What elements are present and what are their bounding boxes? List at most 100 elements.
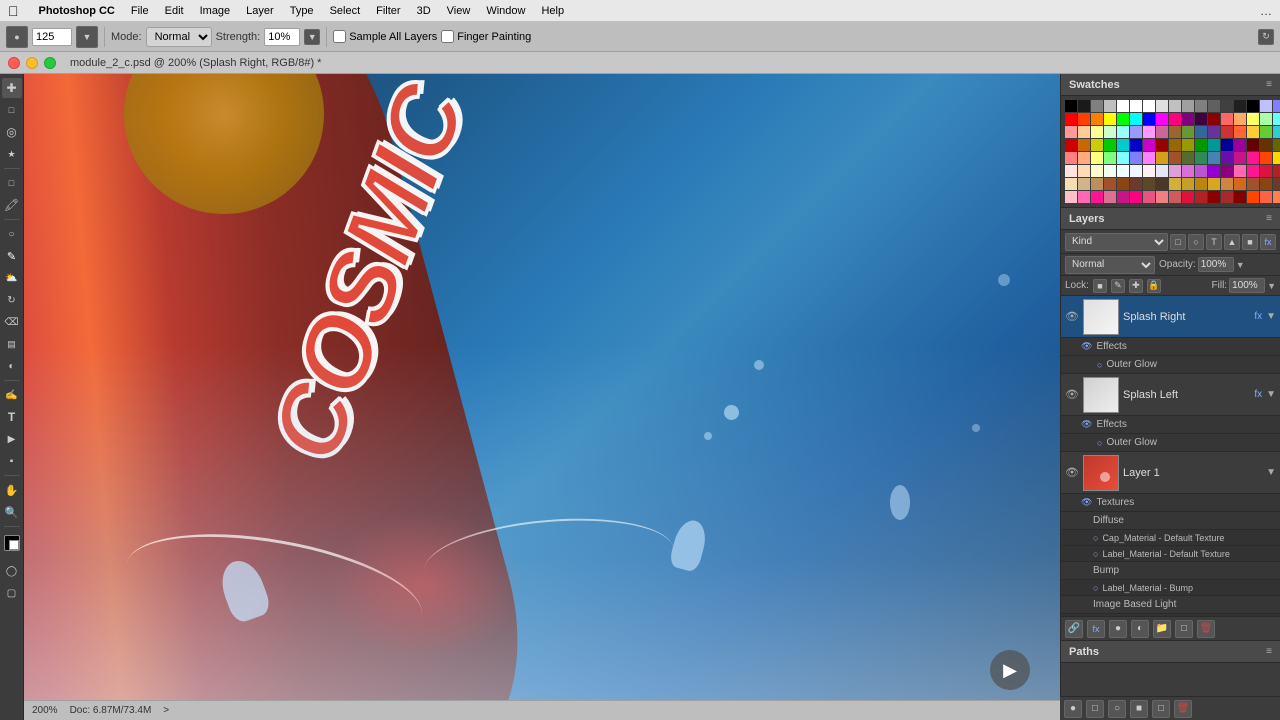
app-name[interactable]: Photoshop CC (39, 5, 115, 17)
fx-badge-splash-left[interactable]: fx (1254, 389, 1262, 400)
menu-edit[interactable]: Edit (165, 5, 184, 17)
swatch-5-2[interactable] (1091, 165, 1103, 177)
swatch-2-12[interactable] (1221, 126, 1233, 138)
swatch-1-0[interactable] (1065, 113, 1077, 125)
swatch-1-14[interactable] (1247, 113, 1259, 125)
paths-fill-btn[interactable]: ● (1064, 700, 1082, 718)
swatch-0-14[interactable] (1247, 100, 1259, 112)
menu-filter[interactable]: Filter (376, 5, 400, 17)
quick-select-tool[interactable]: ★ (2, 144, 22, 164)
swatch-0-12[interactable] (1221, 100, 1233, 112)
sub-image-based-light[interactable]: Image Based Light (1061, 596, 1280, 614)
cycle-icon[interactable]: ↻ (1258, 29, 1274, 45)
swatch-3-9[interactable] (1182, 139, 1194, 151)
apple-menu[interactable]:  (8, 3, 19, 19)
add-layer-btn[interactable]: □ (1175, 620, 1193, 638)
swatch-4-4[interactable] (1117, 152, 1129, 164)
link-layers-btn[interactable]: 🔗 (1065, 620, 1083, 638)
quick-mask-mode[interactable]: ◯ (2, 561, 22, 581)
swatch-2-2[interactable] (1091, 126, 1103, 138)
healing-tool[interactable]: ○ (2, 224, 22, 244)
swatch-3-14[interactable] (1247, 139, 1259, 151)
swatch-0-16[interactable] (1273, 100, 1280, 112)
swatch-7-14[interactable] (1247, 191, 1259, 203)
swatch-5-4[interactable] (1117, 165, 1129, 177)
finger-painting-checkbox-label[interactable]: Finger Painting (441, 30, 531, 43)
swatch-4-8[interactable] (1169, 152, 1181, 164)
swatch-2-3[interactable] (1104, 126, 1116, 138)
swatch-1-4[interactable] (1117, 113, 1129, 125)
swatch-4-16[interactable] (1273, 152, 1280, 164)
swatch-4-3[interactable] (1104, 152, 1116, 164)
history-brush-tool[interactable]: ↻ (2, 290, 22, 310)
swatch-4-6[interactable] (1143, 152, 1155, 164)
swatch-4-9[interactable] (1182, 152, 1194, 164)
opacity-chevron[interactable]: ▼ (1236, 260, 1245, 270)
menu-file[interactable]: File (131, 5, 149, 17)
swatch-2-16[interactable] (1273, 126, 1280, 138)
swatch-7-13[interactable] (1234, 191, 1246, 203)
close-button[interactable] (8, 57, 20, 69)
swatch-7-4[interactable] (1117, 191, 1129, 203)
swatch-2-0[interactable] (1065, 126, 1077, 138)
swatch-0-11[interactable] (1208, 100, 1220, 112)
swatch-1-13[interactable] (1234, 113, 1246, 125)
swatch-4-13[interactable] (1234, 152, 1246, 164)
swatch-5-1[interactable] (1078, 165, 1090, 177)
swatch-0-15[interactable] (1260, 100, 1272, 112)
swatch-3-4[interactable] (1117, 139, 1129, 151)
swatch-7-15[interactable] (1260, 191, 1272, 203)
layer-item-splash-right[interactable]: 👁 Splash Right fx ▼ (1061, 296, 1280, 338)
swatch-3-10[interactable] (1195, 139, 1207, 151)
swatch-2-10[interactable] (1195, 126, 1207, 138)
sub-effects-splash-right[interactable]: 👁 Effects (1061, 338, 1280, 356)
sub-outer-glow-splash-right[interactable]: ○ Outer Glow (1061, 356, 1280, 374)
visibility-layer1[interactable]: 👁 (1065, 466, 1079, 480)
swatch-6-4[interactable] (1117, 178, 1129, 190)
swatch-2-15[interactable] (1260, 126, 1272, 138)
gradient-tool[interactable]: ▤ (2, 334, 22, 354)
menu-window[interactable]: Window (486, 5, 525, 17)
add-fx-btn[interactable]: fx (1087, 620, 1105, 638)
swatch-6-14[interactable] (1247, 178, 1259, 190)
swatch-5-0[interactable] (1065, 165, 1077, 177)
swatch-3-6[interactable] (1143, 139, 1155, 151)
menu-3d[interactable]: 3D (417, 5, 431, 17)
swatch-1-12[interactable] (1221, 113, 1233, 125)
swatch-1-3[interactable] (1104, 113, 1116, 125)
shape-tool[interactable]: ▪ (2, 451, 22, 471)
swatch-5-8[interactable] (1169, 165, 1181, 177)
swatch-2-13[interactable] (1234, 126, 1246, 138)
swatch-2-9[interactable] (1182, 126, 1194, 138)
swatch-2-14[interactable] (1247, 126, 1259, 138)
swatch-6-13[interactable] (1234, 178, 1246, 190)
minimize-button[interactable] (26, 57, 38, 69)
swatch-6-12[interactable] (1221, 178, 1233, 190)
swatch-0-7[interactable] (1156, 100, 1168, 112)
mode-select[interactable]: Normal (146, 27, 212, 47)
hand-tool[interactable]: ✋ (2, 480, 22, 500)
lock-pixels-btn[interactable]: ✎ (1111, 279, 1125, 293)
layers-list[interactable]: 👁 Splash Right fx ▼ 👁 Effects ○ Outer Gl… (1061, 296, 1280, 616)
swatch-6-0[interactable] (1065, 178, 1077, 190)
layer-item-layer1[interactable]: 👁 Layer 1 ▼ (1061, 452, 1280, 494)
swatch-6-11[interactable] (1208, 178, 1220, 190)
smartobj-filter-btn[interactable]: ■ (1242, 234, 1258, 250)
swatch-4-10[interactable] (1195, 152, 1207, 164)
swatch-3-2[interactable] (1091, 139, 1103, 151)
menu-view[interactable]: View (447, 5, 471, 17)
swatch-6-8[interactable] (1169, 178, 1181, 190)
swatch-5-5[interactable] (1130, 165, 1142, 177)
swatch-0-10[interactable] (1195, 100, 1207, 112)
swatch-7-6[interactable] (1143, 191, 1155, 203)
swatch-0-6[interactable] (1143, 100, 1155, 112)
visibility-splash-right[interactable]: 👁 (1065, 310, 1079, 324)
paths-loadsel-btn[interactable]: ○ (1108, 700, 1126, 718)
swatch-3-3[interactable] (1104, 139, 1116, 151)
fill-input[interactable] (1229, 278, 1265, 293)
swatch-5-12[interactable] (1221, 165, 1233, 177)
swatch-6-5[interactable] (1130, 178, 1142, 190)
swatch-1-9[interactable] (1182, 113, 1194, 125)
path-select-tool[interactable]: ▶ (2, 429, 22, 449)
swatch-5-15[interactable] (1260, 165, 1272, 177)
